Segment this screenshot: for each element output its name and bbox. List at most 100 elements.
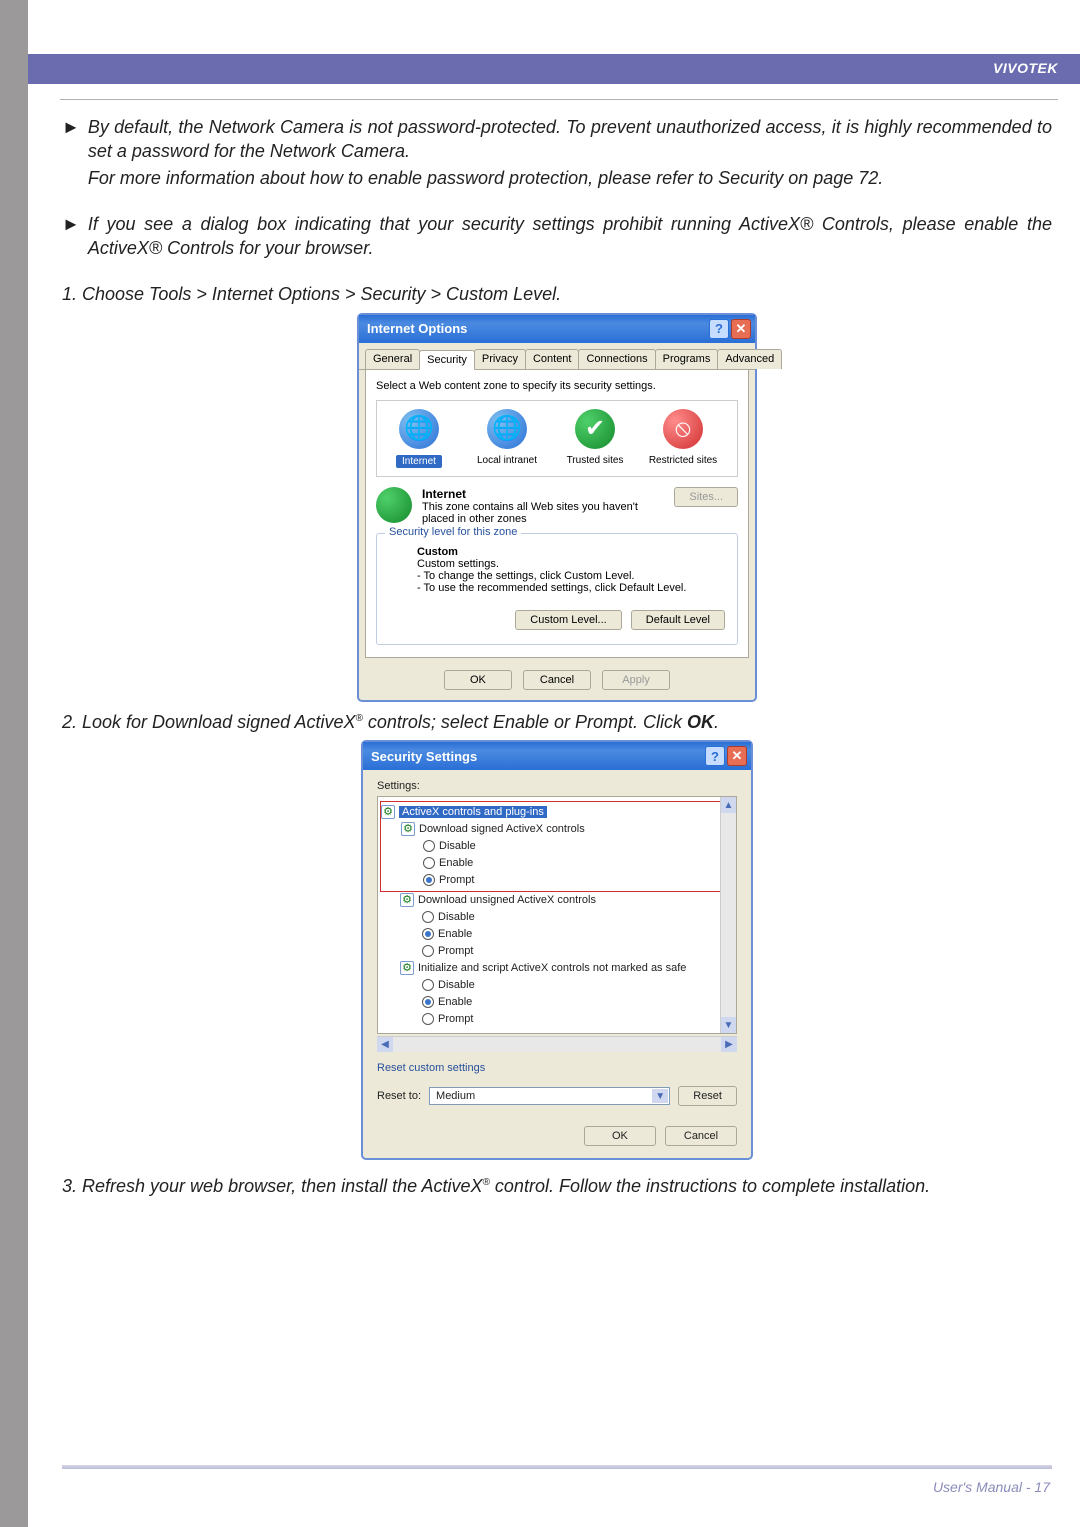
opt-enable-label: Enable <box>439 857 473 869</box>
step-2: 2. Look for Download signed ActiveX® con… <box>62 710 1052 734</box>
reset-button[interactable]: Reset <box>678 1086 737 1106</box>
scroll-right-icon[interactable]: ▶ <box>721 1037 737 1052</box>
note-1-line-2: For more information about how to enable… <box>88 166 1052 190</box>
dialog-titlebar: Security Settings ? ✕ <box>363 742 751 770</box>
page-content: ► By default, the Network Camera is not … <box>62 115 1052 1218</box>
arrow-icon: ► <box>62 115 80 192</box>
zone-restricted-label: Restricted sites <box>649 455 717 466</box>
zone-trusted[interactable]: ✔ Trusted sites <box>559 409 631 468</box>
ok-button[interactable]: OK <box>584 1126 656 1146</box>
opt-enable-label: Enable <box>438 928 472 940</box>
radio-enable[interactable]: Enable <box>380 994 734 1011</box>
ok-button[interactable]: OK <box>444 670 512 690</box>
brand-label: VIVOTEK <box>993 60 1058 76</box>
settings-tree: ⚙ActiveX controls and plug-ins ⚙Download… <box>377 796 737 1034</box>
header-band: VIVOTEK <box>28 54 1080 84</box>
custom-bullet-1: - To change the settings, click Custom L… <box>417 570 634 582</box>
tab-security[interactable]: Security <box>419 350 475 370</box>
reset-to-value: Medium <box>436 1090 475 1102</box>
zone-internet-label: Internet <box>396 455 442 468</box>
cancel-button[interactable]: Cancel <box>523 670 591 690</box>
radio-prompt[interactable]: Prompt <box>380 1011 734 1028</box>
tab-row: General Security Privacy Content Connect… <box>359 343 755 370</box>
dialog-titlebar: Internet Options ? ✕ <box>359 315 755 343</box>
tree-root[interactable]: ⚙ ActiveX controls and plug-ins <box>381 804 709 821</box>
globe-icon: 🌐 <box>399 409 439 449</box>
help-button[interactable]: ? <box>705 746 725 766</box>
dialog-title: Security Settings <box>371 749 477 764</box>
tree-group-signed[interactable]: ⚙Download signed ActiveX controls <box>381 821 709 838</box>
gear-icon: ⚙ <box>400 893 414 907</box>
help-button[interactable]: ? <box>709 319 729 339</box>
tab-connections[interactable]: Connections <box>578 349 655 369</box>
tree-group-signed-label: Download signed ActiveX controls <box>419 823 585 835</box>
zone-detail-desc: This zone contains all Web sites you hav… <box>422 501 638 525</box>
radio-disable[interactable]: Disable <box>380 909 734 926</box>
scroll-left-icon[interactable]: ◀ <box>377 1037 393 1052</box>
zone-internet[interactable]: 🌐 Internet <box>383 409 455 468</box>
scroll-down-icon[interactable]: ▼ <box>721 1017 736 1033</box>
security-settings-dialog: Security Settings ? ✕ Settings: ⚙ ActiveX… <box>361 740 753 1160</box>
custom-line: Custom settings. <box>417 558 499 570</box>
globe-icon <box>376 487 412 523</box>
step-2-ok: OK <box>687 712 714 732</box>
note-2-line-1: If you see a dialog box indicating that … <box>88 212 1052 261</box>
opt-prompt-label: Prompt <box>439 874 474 886</box>
tab-programs[interactable]: Programs <box>655 349 719 369</box>
tab-content[interactable]: Content <box>525 349 580 369</box>
step-2-pre: 2. Look for Download signed ActiveX <box>62 712 356 732</box>
custom-level-button[interactable]: Custom Level... <box>515 610 621 630</box>
tree-root-label: ActiveX controls and plug-ins <box>399 806 547 818</box>
close-button[interactable]: ✕ <box>731 319 751 339</box>
opt-disable-label: Disable <box>439 840 476 852</box>
apply-button[interactable]: Apply <box>602 670 670 690</box>
tab-privacy[interactable]: Privacy <box>474 349 526 369</box>
reset-to-select[interactable]: Medium ▼ <box>429 1087 670 1105</box>
step-3-pre: 3. Refresh your web browser, then instal… <box>62 1176 483 1196</box>
custom-bullet-2: - To use the recommended settings, click… <box>417 582 686 594</box>
radio-disable[interactable]: Disable <box>380 977 734 994</box>
settings-label: Settings: <box>377 780 737 792</box>
gear-icon: ⚙ <box>400 961 414 975</box>
header-rule <box>60 99 1058 100</box>
note-1-line-1: By default, the Network Camera is not pa… <box>88 115 1052 164</box>
zone-row: 🌐 Internet 🌐 Local intranet ✔ Trusted si… <box>376 400 738 477</box>
radio-enable[interactable]: Enable <box>380 926 734 943</box>
fieldset-legend: Security level for this zone <box>385 526 521 538</box>
reg-mark-icon: ® <box>356 713 363 724</box>
radio-enable[interactable]: Enable <box>381 855 709 872</box>
tab-advanced[interactable]: Advanced <box>717 349 782 369</box>
reset-to-label: Reset to: <box>377 1090 421 1102</box>
tree-group-initscript[interactable]: ⚙Initialize and script ActiveX controls … <box>380 960 734 977</box>
opt-enable-label: Enable <box>438 996 472 1008</box>
zone-trusted-label: Trusted sites <box>567 455 624 466</box>
zone-detail-title: Internet <box>422 487 466 501</box>
step-1: 1. Choose Tools > Internet Options > Sec… <box>62 282 1052 306</box>
restricted-icon: ⦸ <box>663 409 703 449</box>
zone-restricted[interactable]: ⦸ Restricted sites <box>647 409 719 468</box>
tree-group-unsigned[interactable]: ⚙Download unsigned ActiveX controls <box>380 892 734 909</box>
check-icon: ✔ <box>575 409 615 449</box>
close-button[interactable]: ✕ <box>727 746 747 766</box>
radio-prompt[interactable]: Prompt <box>380 943 734 960</box>
opt-disable-label: Disable <box>438 911 475 923</box>
zone-local-intranet[interactable]: 🌐 Local intranet <box>471 409 543 468</box>
scroll-up-icon[interactable]: ▲ <box>721 797 736 813</box>
radio-disable[interactable]: Disable <box>381 838 709 855</box>
default-level-button[interactable]: Default Level <box>631 610 725 630</box>
dialog-title: Internet Options <box>367 321 467 336</box>
horizontal-scrollbar[interactable]: ◀ ▶ <box>377 1036 737 1052</box>
radio-prompt[interactable]: Prompt <box>381 872 709 889</box>
tab-general[interactable]: General <box>365 349 420 369</box>
cancel-button[interactable]: Cancel <box>665 1126 737 1146</box>
step-3: 3. Refresh your web browser, then instal… <box>62 1174 1052 1198</box>
footer-rule <box>62 1465 1052 1469</box>
step-2-post: controls; select Enable or Prompt. Click <box>363 712 687 732</box>
note-bullet-1: ► By default, the Network Camera is not … <box>62 115 1052 192</box>
gear-icon: ⚙ <box>381 805 395 819</box>
step-3-post: control. Follow the instructions to comp… <box>490 1176 930 1196</box>
zone-instruction: Select a Web content zone to specify its… <box>376 380 738 392</box>
sites-button[interactable]: Sites... <box>674 487 738 507</box>
zone-local-intranet-label: Local intranet <box>477 455 537 466</box>
vertical-scrollbar[interactable]: ▲ ▼ <box>720 797 736 1033</box>
